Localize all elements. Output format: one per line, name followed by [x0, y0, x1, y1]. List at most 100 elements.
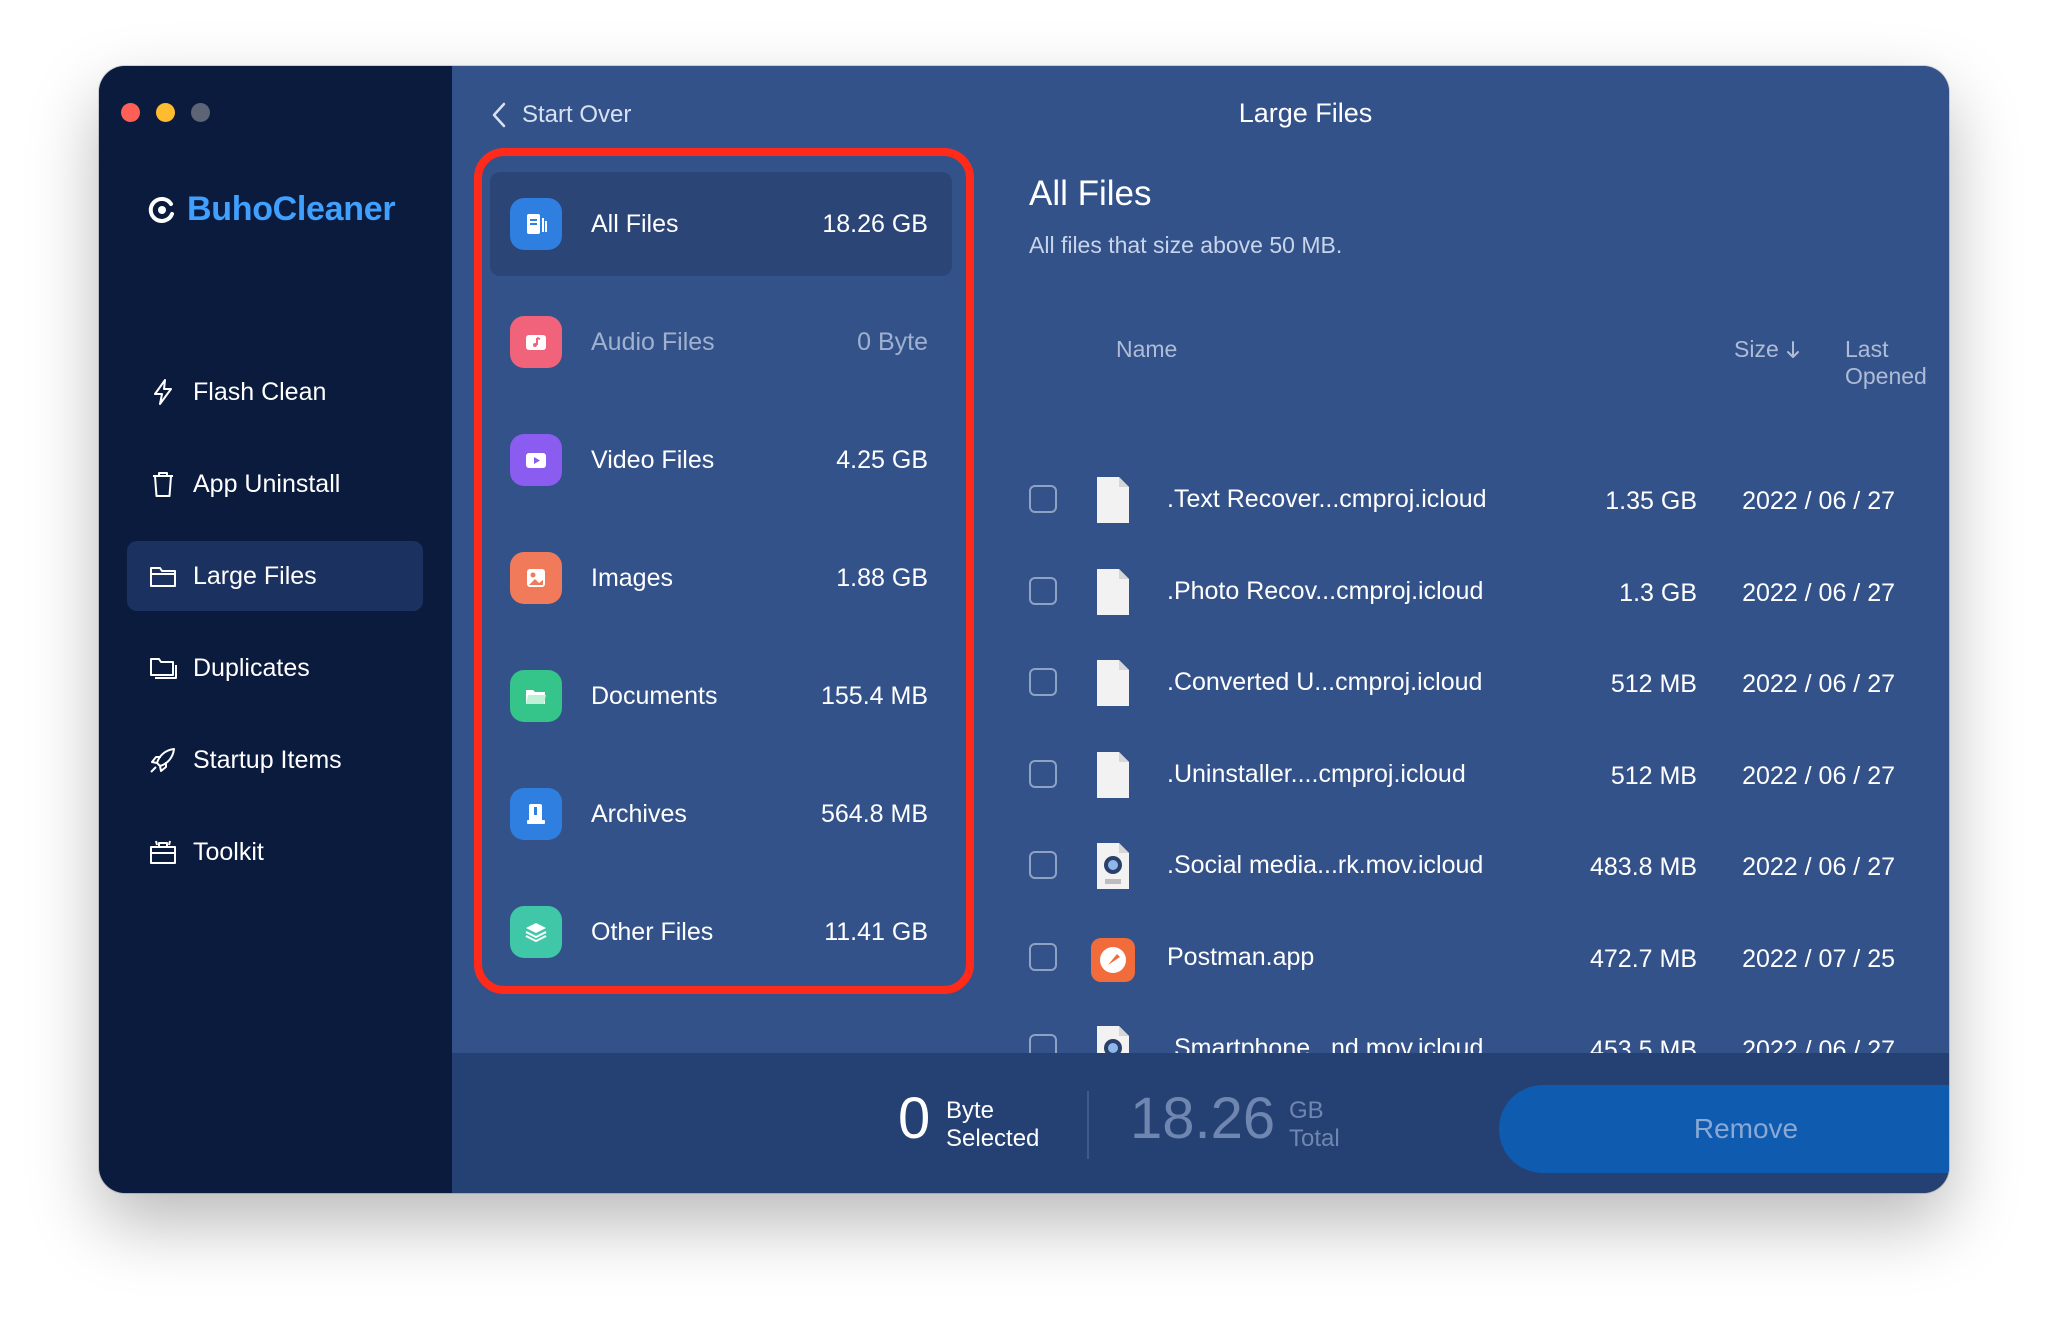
selected-size-value: 0	[898, 1086, 931, 1151]
file-name: Postman.app	[1167, 942, 1315, 971]
total-size-unit: GB	[1289, 1097, 1324, 1124]
total-size-value: 18.26	[1130, 1086, 1276, 1151]
window-controls	[121, 103, 210, 122]
sidebar-item-label: Startup Items	[193, 745, 342, 774]
selected-size-caption: Byte Selected	[946, 1097, 1039, 1153]
buhocleaner-logo-icon	[148, 196, 174, 223]
document-icon	[1097, 477, 1129, 523]
table-row[interactable]: .Uninstaller....cmproj.icloud 512 MB 202…	[1029, 742, 1929, 834]
toolkit-icon	[147, 836, 179, 868]
sidebar-item-startup-items[interactable]: Startup Items	[127, 725, 423, 795]
category-documents[interactable]: Documents 155.4 MB	[490, 644, 952, 748]
sidebar-item-label: Duplicates	[193, 653, 310, 682]
zoom-window-button[interactable]	[191, 103, 210, 122]
category-size: 155.4 MB	[820, 681, 928, 710]
app-name: BuhoCleaner	[187, 190, 396, 228]
video-icon	[510, 434, 562, 486]
category-size: 18.26 GB	[822, 209, 928, 238]
column-header-last-opened[interactable]: Last Opened	[1845, 336, 1949, 390]
file-list: .Text Recover...cmproj.icloud 1.35 GB 20…	[1029, 467, 1929, 1108]
image-icon	[510, 552, 562, 604]
sidebar-item-toolkit[interactable]: Toolkit	[127, 817, 423, 887]
file-size: 1.3 GB	[1619, 578, 1697, 607]
row-checkbox[interactable]	[1029, 576, 1057, 605]
sidebar-item-label: Large Files	[193, 561, 317, 590]
file-last-opened: 2022 / 06 / 27	[1742, 761, 1895, 790]
category-size: 0 Byte	[857, 327, 928, 356]
minimize-window-button[interactable]	[156, 103, 175, 122]
category-label: Video Files	[591, 445, 715, 474]
page-title-wrap: Large Files	[452, 98, 1949, 129]
selected-size-label: Selected	[946, 1125, 1040, 1152]
lightning-icon	[147, 376, 179, 408]
total-size-label: Total	[1289, 1125, 1340, 1152]
bottom-bar: 0 Byte Selected 18.26 GB Total Remove	[452, 1053, 1949, 1193]
file-size: 483.8 MB	[1589, 853, 1697, 881]
remove-button[interactable]: Remove	[1499, 1085, 1949, 1173]
sidebar-item-label: Flash Clean	[193, 377, 327, 406]
category-audio-files[interactable]: Audio Files 0 Byte	[490, 290, 952, 394]
selected-size-unit: Byte	[946, 1097, 995, 1124]
file-size: 512 MB	[1610, 670, 1697, 698]
category-size: 1.88 GB	[836, 563, 928, 592]
file-last-opened: 2022 / 06 / 27	[1742, 487, 1895, 515]
row-checkbox[interactable]	[1029, 759, 1057, 788]
category-label: Documents	[591, 681, 718, 710]
column-header-size[interactable]: Size	[1734, 336, 1801, 363]
section-title: All Files	[1029, 174, 1152, 213]
trash-icon	[147, 468, 179, 500]
category-size: 4.25 GB	[836, 445, 928, 474]
category-video-files[interactable]: Video Files 4.25 GB	[490, 408, 952, 512]
app-logo: BuhoCleaner	[147, 190, 396, 229]
category-archives[interactable]: Archives 564.8 MB	[490, 762, 952, 866]
document-icon	[1097, 660, 1129, 706]
category-images[interactable]: Images 1.88 GB	[490, 526, 952, 630]
arrow-down-icon	[1786, 340, 1799, 358]
table-row[interactable]: .Social media...rk.mov.icloud 483.8 MB 2…	[1029, 833, 1929, 925]
page-title: Large Files	[1238, 98, 1373, 128]
postman-app-icon	[1091, 937, 1135, 982]
file-name: .Converted U...cmproj.icloud	[1167, 668, 1483, 696]
sidebar-item-app-uninstall[interactable]: App Uninstall	[127, 449, 423, 519]
section-subtitle: All files that size above 50 MB.	[1029, 232, 1343, 258]
category-size: 564.8 MB	[820, 799, 928, 828]
category-all-files[interactable]: All Files 18.26 GB	[490, 172, 952, 276]
main-panel: Start Over Large Files All Files 18.26 G…	[452, 66, 1949, 1193]
close-window-button[interactable]	[121, 103, 140, 122]
column-header-name[interactable]: Name	[1116, 336, 1177, 363]
file-size: 1.35 GB	[1605, 487, 1697, 515]
sidebar: BuhoCleaner Flash Clean App Uninstall La…	[99, 66, 452, 1193]
row-checkbox[interactable]	[1029, 851, 1057, 879]
sidebar-item-flash-clean[interactable]: Flash Clean	[127, 357, 423, 427]
sidebar-nav: Flash Clean App Uninstall Large Files Du…	[127, 357, 423, 909]
row-checkbox[interactable]	[1029, 668, 1057, 696]
sidebar-item-duplicates[interactable]: Duplicates	[127, 633, 423, 703]
mov-file-icon	[1097, 843, 1129, 889]
file-name: .Uninstaller....cmproj.icloud	[1167, 759, 1466, 788]
file-last-opened: 2022 / 06 / 27	[1742, 670, 1895, 698]
file-name: .Text Recover...cmproj.icloud	[1167, 485, 1487, 513]
document-icon	[1097, 751, 1129, 798]
category-label: Other Files	[591, 917, 714, 946]
audio-icon	[510, 316, 562, 368]
sidebar-item-large-files[interactable]: Large Files	[127, 541, 423, 611]
column-header-size-label: Size	[1734, 336, 1779, 362]
table-row[interactable]: .Text Recover...cmproj.icloud 1.35 GB 20…	[1029, 467, 1929, 559]
row-checkbox[interactable]	[1029, 942, 1057, 971]
file-name: .Social media...rk.mov.icloud	[1167, 851, 1484, 879]
table-row[interactable]: .Photo Recov...cmproj.icloud 1.3 GB 2022…	[1029, 559, 1929, 651]
app-window: BuhoCleaner Flash Clean App Uninstall La…	[99, 66, 1949, 1193]
sidebar-item-label: Toolkit	[193, 837, 264, 866]
file-name: .Photo Recov...cmproj.icloud	[1167, 576, 1484, 605]
layers-icon	[510, 906, 562, 958]
total-size-caption: GB Total	[1289, 1097, 1340, 1153]
duplicate-folder-icon	[147, 652, 179, 684]
category-other-files[interactable]: Other Files 11.41 GB	[490, 880, 952, 984]
category-list: All Files 18.26 GB Audio Files 0 Byte Vi…	[490, 172, 952, 998]
file-last-opened: 2022 / 06 / 27	[1742, 853, 1895, 881]
row-checkbox[interactable]	[1029, 485, 1057, 513]
category-size: 11.41 GB	[824, 917, 928, 946]
file-size: 472.7 MB	[1589, 944, 1697, 973]
table-row[interactable]: Postman.app 472.7 MB 2022 / 07 / 25	[1029, 925, 1929, 1017]
table-row[interactable]: .Converted U...cmproj.icloud 512 MB 2022…	[1029, 650, 1929, 742]
